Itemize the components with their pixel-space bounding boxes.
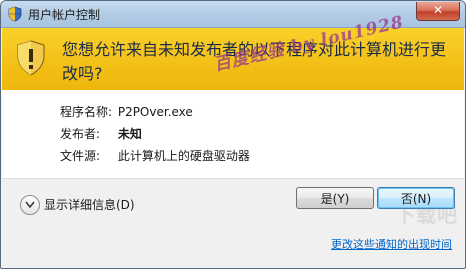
- publisher-row: 发布者: 未知: [60, 125, 142, 142]
- program-name-row: 程序名称: P2POver.exe: [60, 103, 193, 120]
- no-button[interactable]: 否(N): [377, 187, 455, 209]
- publisher-value: 未知: [117, 127, 142, 141]
- publisher-label: 发布者:: [60, 127, 101, 141]
- program-name-label: 程序名称:: [60, 105, 113, 119]
- close-button[interactable]: ✕: [416, 2, 460, 21]
- chevron-down-icon: [25, 201, 35, 209]
- program-info-panel: 程序名称: P2POver.exe 发布者: 未知 文件源: 此计算机上的硬盘驱…: [2, 90, 464, 178]
- show-details-toggle[interactable]: [20, 195, 40, 215]
- uac-shield-icon: [7, 6, 23, 22]
- show-details-label[interactable]: 显示详细信息(D): [44, 196, 135, 213]
- dialog-footer: 显示详细信息(D) 下载吧 是(Y) 否(N) 更改这些通知的出现时间: [2, 178, 464, 268]
- uac-dialog: 用户帐户控制 ✕ 您想允许来自未知发布者的以下程序对此计算机进行更改吗? 百度经…: [0, 0, 466, 269]
- window-title: 用户帐户控制: [28, 8, 101, 22]
- file-source-label: 文件源:: [60, 149, 101, 163]
- file-source-row: 文件源: 此计算机上的硬盘驱动器: [60, 147, 250, 164]
- notification-settings-link[interactable]: 更改这些通知的出现时间: [331, 236, 452, 252]
- yes-button[interactable]: 是(Y): [296, 187, 374, 209]
- file-source-value: 此计算机上的硬盘驱动器: [117, 149, 250, 163]
- warning-shield-icon: [16, 40, 46, 76]
- close-icon: ✕: [432, 3, 444, 17]
- program-name-value: P2POver.exe: [117, 105, 193, 119]
